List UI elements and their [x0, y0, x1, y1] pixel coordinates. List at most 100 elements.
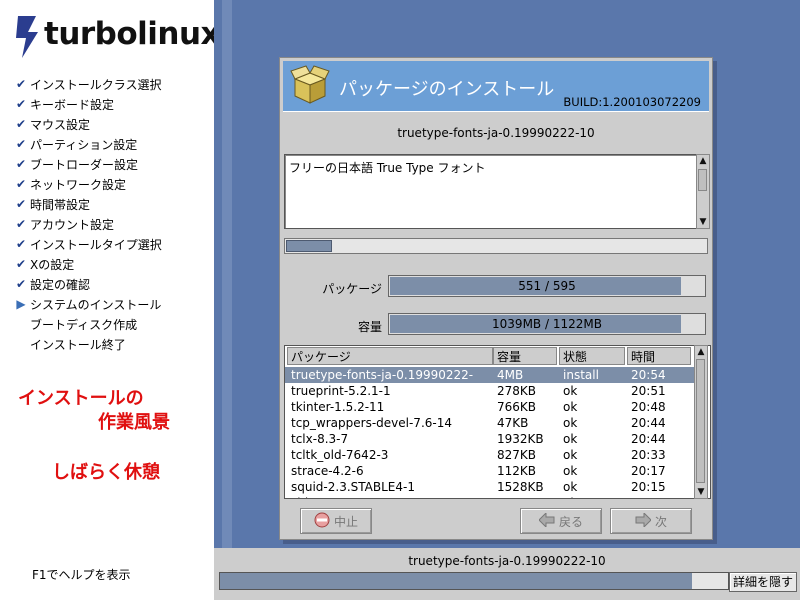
sidebar: turbolinux. ✔インストールクラス選択✔キーボード設定✔マウス設定✔パ… [0, 0, 232, 600]
install-step-label: キーボード設定 [30, 97, 115, 112]
next-button[interactable]: 次 [610, 508, 692, 534]
check-icon: ✔ [15, 137, 27, 151]
package-table: パッケージ 容量 状態 時間 truetype-fonts-ja-0.19990… [284, 345, 711, 499]
stop-icon [314, 512, 330, 531]
size-progress-text: 1039MB / 1122MB [492, 317, 602, 331]
install-step-label: システムのインストール [30, 297, 162, 312]
install-steps-list: ✔ インストールクラス選択 ✔ キーボード設定 ✔ マウス設定 ✔ パーティション設定 ✔ ブート… [12, 74, 162, 354]
check-icon: ✔ [15, 217, 27, 231]
install-step-item: ✔ マウス設定 [12, 114, 162, 134]
cell-status: ok [563, 416, 578, 430]
install-step-label: ブートローダー設定 [30, 157, 139, 172]
cell-package: shinonome16-1.0.3-1 [291, 495, 491, 498]
column-header-status[interactable]: 状態 [559, 347, 625, 365]
check-icon: ✔ [15, 97, 27, 111]
cell-time: 20:33 [631, 448, 666, 462]
next-button-label: 次 [654, 514, 667, 529]
table-row[interactable]: tcp_wrappers-devel-7.6-14 47KB ok 20:44 [285, 415, 695, 431]
cell-status: ok [563, 384, 578, 398]
table-row[interactable]: trueprint-5.2.1-1 278KB ok 20:51 [285, 383, 695, 399]
cell-status: ok [563, 448, 578, 462]
cell-package: tclx-8.3-7 [291, 432, 349, 446]
back-button[interactable]: 戻る [520, 508, 602, 534]
cell-time: 20:44 [631, 432, 666, 446]
cell-package: strace-4.2-6 [291, 464, 364, 478]
cell-time: 20:54 [631, 368, 666, 382]
back-button-label: 戻る [558, 514, 583, 529]
check-icon: ✔ [15, 197, 27, 211]
current-step-arrow-icon: ▶ [16, 297, 26, 311]
check-icon: ✔ [15, 77, 27, 91]
install-step-item: ✔ ネットワーク設定 [12, 174, 162, 194]
install-step-label: アカウント設定 [30, 217, 115, 232]
install-step-item: ✔ キーボード設定 [12, 94, 162, 114]
install-step-label: パーティション設定 [30, 137, 138, 152]
column-header-size[interactable]: 容量 [493, 347, 557, 365]
cell-status: ok [563, 480, 578, 494]
cell-package: tcp_wrappers-devel-7.6-14 [291, 416, 452, 430]
check-icon: ✔ [15, 237, 27, 251]
install-step-item: ブートディスク作成 [12, 314, 162, 334]
arrow-left-icon [538, 511, 555, 530]
message-line-3: しばらく休憩 [52, 462, 160, 483]
arrow-right-icon [635, 511, 652, 530]
scroll-up-icon[interactable]: ▲ [697, 155, 709, 167]
current-package-name: truetype-fonts-ja-0.19990222-10 [397, 126, 595, 140]
scroll-thumb[interactable] [698, 169, 707, 191]
install-step-label: 時間帯設定 [30, 197, 91, 212]
table-row[interactable]: shinonome16-1.0.3-1 1416KB ok 20:10 [285, 495, 695, 498]
install-step-label: インストールクラス選択 [30, 77, 162, 92]
cell-time: 20:51 [631, 384, 666, 398]
dialog-header: パッケージのインストール BUILD:1.200103072209 [283, 61, 709, 112]
package-progress-label: パッケージ [322, 282, 382, 296]
table-row[interactable]: truetype-fonts-ja-0.19990222- 4MB install 2… [285, 367, 695, 383]
install-step-label: 設定の確認 [30, 277, 91, 292]
install-step-item: ▶ システムのインストール [12, 294, 162, 314]
column-header-time[interactable]: 時間 [627, 347, 691, 365]
check-icon: ✔ [15, 277, 27, 291]
stop-button[interactable]: 中止 [300, 508, 372, 534]
package-description-box: フリーの日本語 True Type フォント [284, 154, 698, 229]
table-row[interactable]: tclx-8.3-7 1932KB ok 20:44 [285, 431, 695, 447]
help-hint: F1でヘルプを表示 [32, 568, 131, 582]
overall-progress-fill [220, 573, 693, 589]
cell-size: 827KB [497, 448, 537, 462]
install-step-label: ブートディスク作成 [30, 317, 138, 332]
logo-text: turbolinux. [44, 16, 232, 52]
scroll-down-icon[interactable]: ▼ [695, 486, 707, 498]
hscroll-thumb[interactable] [286, 240, 332, 252]
table-scrollbar[interactable]: ▲ ▼ [694, 345, 708, 499]
size-progress-bar: 1039MB / 1122MB [388, 313, 706, 335]
horizontal-scrollbar[interactable] [284, 238, 708, 254]
cell-status: ok [563, 464, 578, 478]
package-install-dialog: パッケージのインストール BUILD:1.200103072209 truety… [279, 57, 713, 540]
table-row[interactable]: strace-4.2-6 112KB ok 20:17 [285, 463, 695, 479]
install-step-label: Xの設定 [30, 257, 75, 272]
install-step-item: ✔ インストールクラス選択 [12, 74, 162, 94]
table-body: truetype-fonts-ja-0.19990222- 4MB install 2… [285, 367, 695, 498]
cell-package: tcltk_old-7642-3 [291, 448, 389, 462]
install-step-label: インストールタイプ選択 [30, 237, 162, 252]
table-row[interactable]: tcltk_old-7642-3 827KB ok 20:33 [285, 447, 695, 463]
description-scrollbar[interactable]: ▲ ▼ [696, 154, 710, 229]
message-line-2: 作業風景 [98, 412, 170, 433]
package-progress-bar: 551 / 595 [388, 275, 706, 297]
table-row[interactable]: squid-2.3.STABLE4-1 1528KB ok 20:15 [285, 479, 695, 495]
table-row[interactable]: tkinter-1.5.2-11 766KB ok 20:48 [285, 399, 695, 415]
cell-size: 4MB [497, 368, 524, 382]
package-box-icon [290, 65, 330, 104]
cell-status: ok [563, 495, 627, 498]
install-step-item: ✔ 設定の確認 [12, 274, 162, 294]
cell-size: 766KB [497, 400, 537, 414]
column-header-package[interactable]: パッケージ [287, 347, 493, 365]
install-step-item: ✔ 時間帯設定 [12, 194, 162, 214]
message-line-1: インストールの [18, 388, 144, 409]
check-icon: ✔ [15, 257, 27, 271]
hide-details-button[interactable]: 詳細を隠す [729, 572, 797, 592]
cell-size: 1932KB [497, 432, 544, 446]
scroll-up-icon[interactable]: ▲ [695, 346, 707, 358]
scroll-thumb[interactable] [696, 359, 705, 483]
scroll-down-icon[interactable]: ▼ [697, 216, 709, 228]
cell-size: 1416KB [497, 495, 559, 498]
cell-package: trueprint-5.2.1-1 [291, 384, 391, 398]
